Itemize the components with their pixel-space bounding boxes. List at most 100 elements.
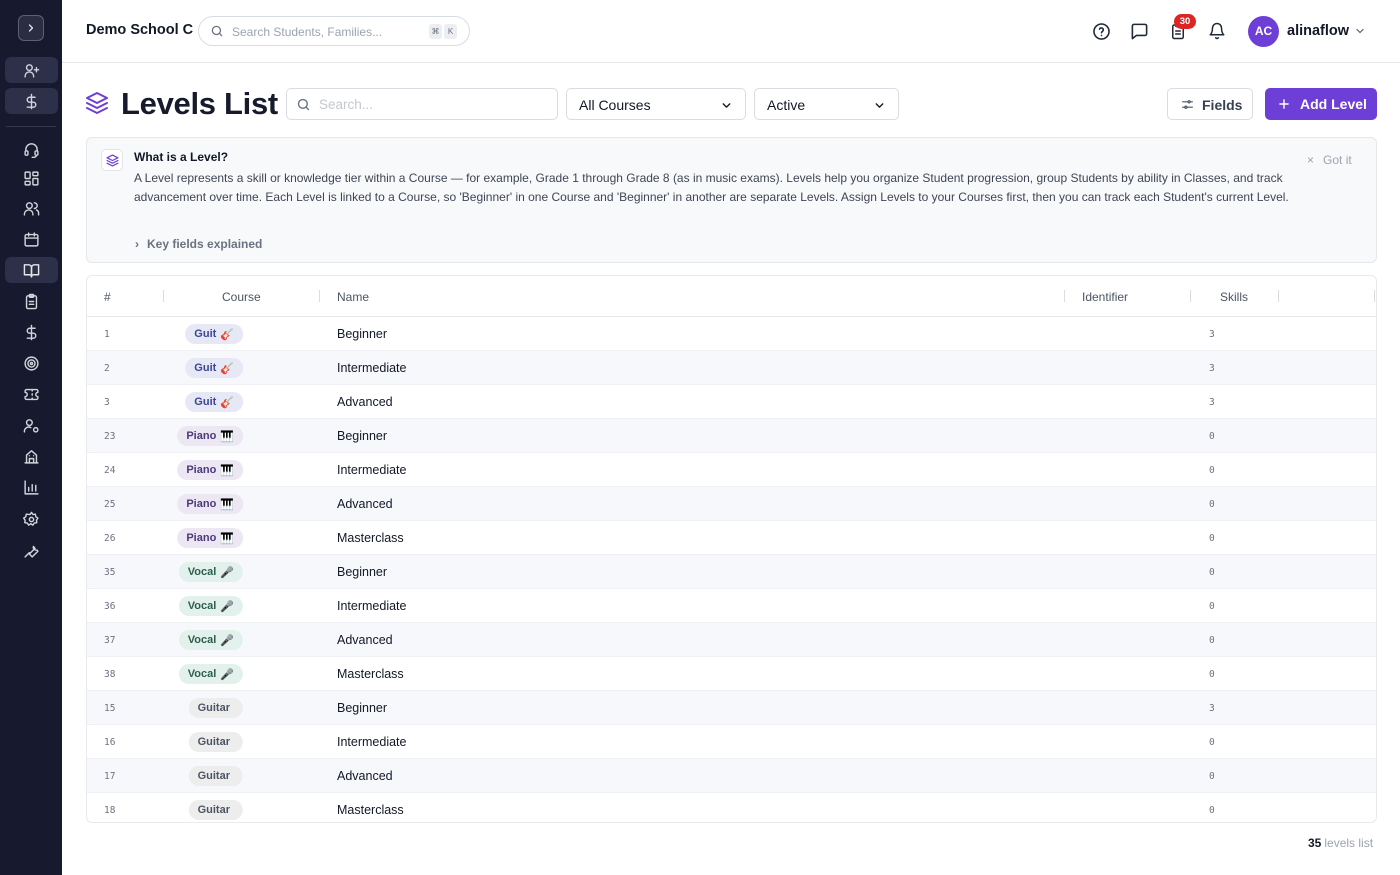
sidebar-item-courses[interactable] <box>5 257 58 283</box>
sidebar-item-tasks[interactable] <box>5 288 58 314</box>
sidebar-item-dashboard[interactable] <box>5 165 58 191</box>
row-number: 16 <box>104 737 116 748</box>
level-name[interactable]: Intermediate <box>337 599 406 613</box>
course-emoji-icon: 🎸 <box>220 328 235 341</box>
sidebar-item-add-user[interactable] <box>5 57 58 83</box>
course-badge-label: Guit <box>194 328 217 340</box>
chevron-right-icon <box>28 24 34 32</box>
table-row[interactable]: 25 Piano 🎹 Advanced 0 <box>87 487 1376 521</box>
table-row[interactable]: 37 Vocal 🎤 Advanced 0 <box>87 623 1376 657</box>
sidebar-item-students[interactable] <box>5 195 58 221</box>
table-row[interactable]: 18 Guitar Masterclass 0 <box>87 793 1376 822</box>
skills-count: 0 <box>1209 533 1215 544</box>
table-row[interactable]: 3 Guit 🎸 Advanced 3 <box>87 385 1376 419</box>
school-name[interactable]: Demo School C <box>86 22 193 38</box>
level-name[interactable]: Intermediate <box>337 735 406 749</box>
course-emoji-icon: 🎤 <box>220 634 235 647</box>
course-badge-label: Guit <box>194 362 217 374</box>
level-name[interactable]: Masterclass <box>337 531 404 545</box>
dismiss-info-button[interactable]: × Got it <box>1307 153 1352 167</box>
table-row[interactable]: 1 Guit 🎸 Beginner 3 <box>87 317 1376 351</box>
add-level-button[interactable]: Add Level <box>1265 88 1377 120</box>
level-name[interactable]: Advanced <box>337 497 393 511</box>
course-badge-label: Vocal <box>187 668 217 680</box>
table-row[interactable]: 15 Guitar Beginner 3 <box>87 691 1376 725</box>
level-name[interactable]: Masterclass <box>337 667 404 681</box>
col-header-course[interactable]: Course <box>222 290 261 304</box>
col-header-number[interactable]: # <box>104 290 111 304</box>
sidebar-item-buildings[interactable] <box>5 443 58 469</box>
table-row[interactable]: 35 Vocal 🎤 Beginner 0 <box>87 555 1376 589</box>
building-icon <box>24 449 39 464</box>
table-row[interactable]: 38 Vocal 🎤 Masterclass 0 <box>87 657 1376 691</box>
key-fields-toggle[interactable]: › Key fields explained <box>135 237 262 251</box>
sidebar-item-goals[interactable] <box>5 350 58 376</box>
course-emoji-icon: 🎹 <box>220 464 234 477</box>
table-row[interactable]: 16 Guitar Intermediate 0 <box>87 725 1376 759</box>
table-row[interactable]: 24 Piano 🎹 Intermediate 0 <box>87 453 1376 487</box>
col-divider <box>1278 290 1279 302</box>
sidebar-item-settings[interactable] <box>5 506 58 532</box>
chevron-down-icon[interactable] <box>1354 25 1366 37</box>
sidebar-item-calendar[interactable] <box>5 226 58 252</box>
levels-search-input[interactable]: Search... <box>286 88 558 120</box>
level-name[interactable]: Advanced <box>337 769 393 783</box>
table-row[interactable]: 23 Piano 🎹 Beginner 0 <box>87 419 1376 453</box>
sidebar-item-tickets[interactable] <box>5 381 58 407</box>
col-header-identifier[interactable]: Identifier <box>1082 290 1128 304</box>
level-name[interactable]: Beginner <box>337 327 387 341</box>
chevron-down-icon <box>875 103 884 108</box>
help-circle-icon <box>1092 22 1110 40</box>
level-name[interactable]: Masterclass <box>337 803 404 817</box>
skills-count: 0 <box>1209 805 1215 816</box>
dollar-icon <box>26 93 37 109</box>
info-title: What is a Level? <box>134 150 229 164</box>
fields-button[interactable]: Fields <box>1167 88 1253 120</box>
row-number: 25 <box>104 499 116 510</box>
sidebar-item-support[interactable] <box>5 136 58 162</box>
row-number: 18 <box>104 805 116 816</box>
table-row[interactable]: 2 Guit 🎸 Intermediate 3 <box>87 351 1376 385</box>
sidebar-item-reports[interactable] <box>5 474 58 500</box>
sidebar-item-staff[interactable] <box>5 412 58 438</box>
course-badge: Guit 🎸 <box>185 392 244 412</box>
level-name[interactable]: Advanced <box>337 395 393 409</box>
level-name[interactable]: Advanced <box>337 633 393 647</box>
fields-button-label: Fields <box>1202 97 1243 113</box>
sidebar-item-tools[interactable] <box>5 537 58 563</box>
course-badge: Piano 🎹 <box>177 528 243 548</box>
skills-count: 0 <box>1209 431 1215 442</box>
messages-button[interactable] <box>1129 21 1149 41</box>
course-filter-select[interactable]: All Courses <box>566 88 746 120</box>
course-badge: Guitar <box>188 766 243 786</box>
sidebar-item-finance[interactable] <box>5 319 58 345</box>
row-number: 2 <box>104 363 110 374</box>
level-name[interactable]: Intermediate <box>337 361 406 375</box>
table-row[interactable]: 26 Piano 🎹 Masterclass 0 <box>87 521 1376 555</box>
skills-count: 3 <box>1209 397 1215 408</box>
table-row[interactable]: 17 Guitar Advanced 0 <box>87 759 1376 793</box>
dismiss-label: Got it <box>1323 153 1352 167</box>
skills-count: 0 <box>1209 567 1215 578</box>
notifications-button[interactable] <box>1207 21 1227 41</box>
col-header-name[interactable]: Name <box>337 290 369 304</box>
help-button[interactable] <box>1091 21 1111 41</box>
course-badge: Guit 🎸 <box>185 358 244 378</box>
course-badge: Vocal 🎤 <box>178 596 244 616</box>
top-bar: Demo School C Search Students, Families.… <box>62 0 1400 63</box>
level-name[interactable]: Beginner <box>337 565 387 579</box>
level-name[interactable]: Beginner <box>337 701 387 715</box>
message-square-icon <box>1131 23 1147 39</box>
level-name[interactable]: Beginner <box>337 429 387 443</box>
username[interactable]: alinaflow <box>1287 23 1349 39</box>
user-avatar[interactable]: AC <box>1248 16 1279 47</box>
course-badge-label: Vocal <box>187 634 217 646</box>
sidebar-expand-button[interactable] <box>18 15 44 41</box>
col-header-skills[interactable]: Skills <box>1220 290 1248 304</box>
user-plus-icon <box>24 63 40 78</box>
table-row[interactable]: 36 Vocal 🎤 Intermediate 0 <box>87 589 1376 623</box>
status-filter-select[interactable]: Active <box>754 88 899 120</box>
sidebar-item-billing[interactable] <box>5 88 58 114</box>
global-search-input[interactable]: Search Students, Families... ⌘ K <box>198 16 470 46</box>
level-name[interactable]: Intermediate <box>337 463 406 477</box>
